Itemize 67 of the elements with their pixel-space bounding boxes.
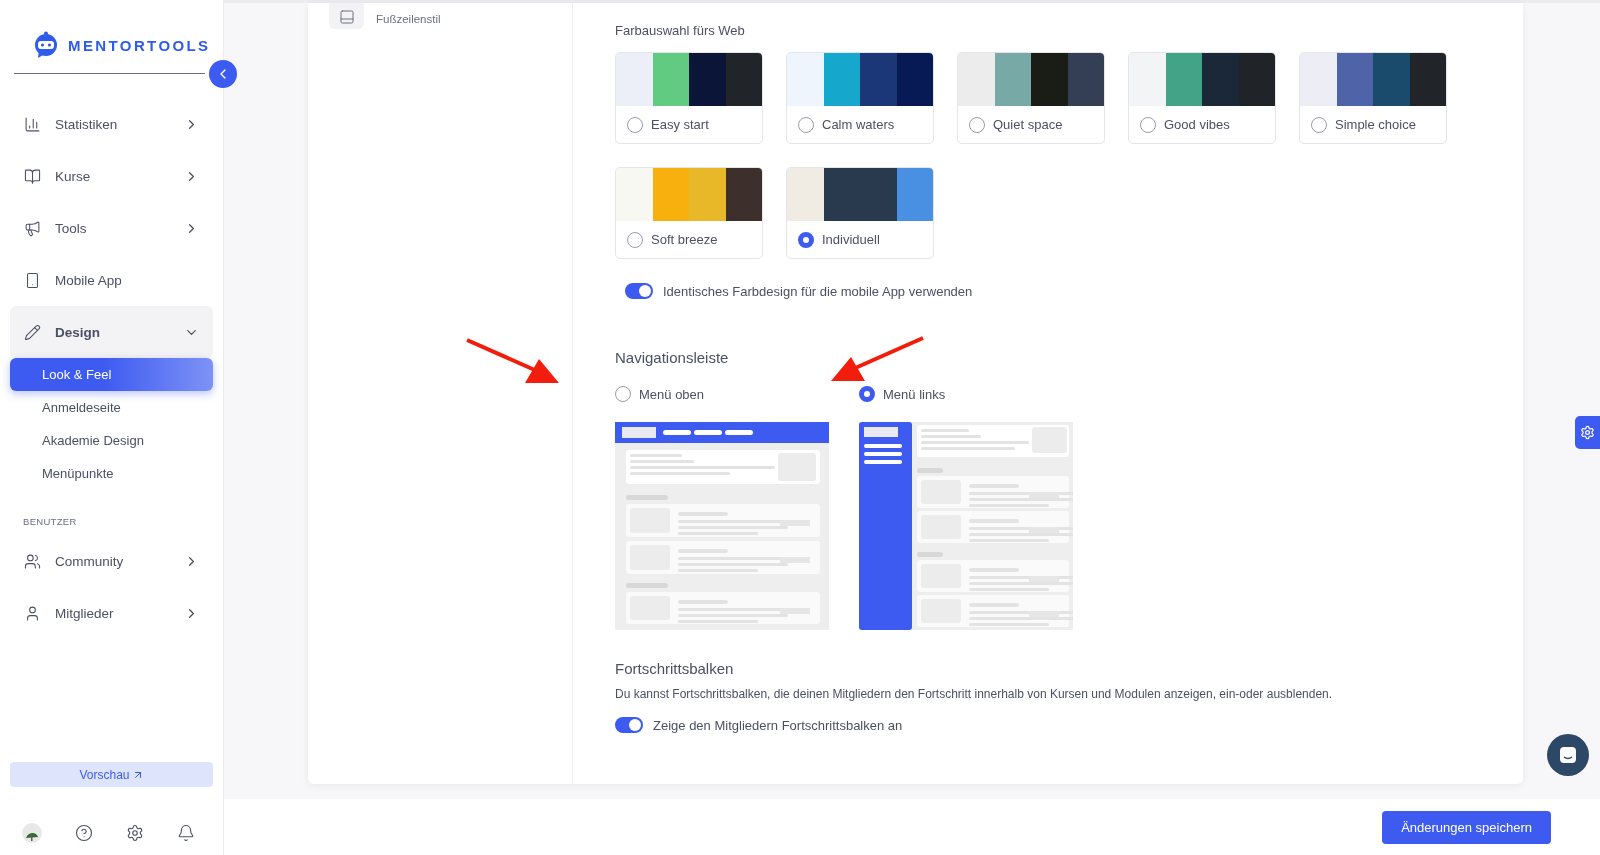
gear-icon bbox=[1580, 425, 1595, 440]
sidebar-item[interactable]: Kurse bbox=[10, 150, 213, 202]
settings-menu-item[interactable]: Fußzeilenstil bbox=[376, 7, 441, 25]
robot-logo-icon bbox=[32, 31, 60, 59]
palette-name: Easy start bbox=[651, 117, 709, 132]
radio-button[interactable] bbox=[627, 231, 643, 248]
annotation-arrow-icon bbox=[465, 337, 561, 385]
palette-name: Simple choice bbox=[1335, 117, 1416, 132]
section-heading: Fortschrittsbalken bbox=[615, 660, 735, 677]
pencil-icon bbox=[24, 323, 41, 341]
section-label: BENUTZER bbox=[22, 515, 78, 529]
sidebar-item[interactable]: Design bbox=[10, 306, 213, 358]
toggle-label: Zeige den Mitgliedern Fortschrittsbalken an bbox=[653, 717, 903, 733]
collapse-button[interactable] bbox=[209, 60, 237, 88]
toggle-label: Identisches Farbdesign für die mobile App verwenden bbox=[663, 283, 973, 299]
palette-option[interactable]: Good vibes bbox=[1128, 52, 1276, 144]
user-icon bbox=[24, 604, 41, 622]
preview-button[interactable]: Vorschau bbox=[10, 762, 213, 787]
sidebar-item[interactable]: Statistiken bbox=[10, 98, 213, 150]
bell-icon[interactable] bbox=[177, 824, 195, 842]
sidebar-subitem[interactable]: Look & Feel bbox=[10, 358, 213, 391]
radio-button[interactable] bbox=[1140, 116, 1156, 133]
section-description: Du kannst Fortschrittsbalken, die deinen Mitgliedern den Fortschritt innerhalb von Kursen und Modulen anzeigen, ein-oder ausblenden. bbox=[615, 687, 1334, 701]
palette-name: Quiet space bbox=[993, 117, 1063, 132]
palette-option[interactable]: Quiet space bbox=[957, 52, 1105, 144]
radio-button[interactable] bbox=[615, 386, 631, 402]
palette-option[interactable]: Simple choice bbox=[1299, 52, 1447, 144]
radio-button[interactable] bbox=[969, 116, 985, 133]
section-heading: Farbauswahl fürs Web bbox=[615, 23, 746, 38]
chat-icon bbox=[1558, 745, 1578, 765]
sidebar-item[interactable]: Mitglieder bbox=[10, 587, 213, 639]
users-icon bbox=[24, 552, 41, 570]
radio-label: Menü links bbox=[883, 386, 946, 402]
sidebar-subitem[interactable]: Akademie Design bbox=[10, 424, 213, 457]
annotation-arrow-icon bbox=[829, 335, 925, 383]
settings-button[interactable] bbox=[1575, 416, 1600, 449]
megaphone-icon bbox=[24, 219, 41, 237]
palette-option[interactable]: Soft breeze bbox=[615, 167, 763, 259]
sidebar-item[interactable]: Tools bbox=[10, 202, 213, 254]
toggle-switch[interactable] bbox=[615, 717, 643, 733]
palette-option[interactable]: Easy start bbox=[615, 52, 763, 144]
radio-button[interactable] bbox=[1311, 116, 1327, 133]
toggle-switch[interactable] bbox=[625, 283, 653, 299]
sidebar-subitem[interactable]: Anmeldeseite bbox=[10, 391, 213, 424]
avatar[interactable] bbox=[22, 823, 42, 843]
palette-name: Soft breeze bbox=[651, 232, 718, 247]
sidebar-item[interactable]: Community bbox=[10, 535, 213, 587]
radio-button[interactable] bbox=[859, 386, 875, 402]
settings-icon[interactable] bbox=[126, 824, 144, 842]
palette-name: Good vibes bbox=[1164, 117, 1230, 132]
radio-button[interactable] bbox=[798, 116, 814, 133]
radio-label: Menü oben bbox=[639, 386, 705, 402]
book-icon bbox=[24, 167, 41, 185]
palette-option[interactable]: Individuell bbox=[786, 167, 934, 259]
phone-icon bbox=[24, 271, 41, 289]
radio-button[interactable] bbox=[798, 231, 814, 248]
logo-text: MENTORTOOLS bbox=[68, 36, 211, 54]
palette-name: Calm waters bbox=[822, 117, 895, 132]
save-button[interactable]: Änderungen speichern bbox=[1382, 810, 1551, 844]
sidebar-subitem[interactable]: Menüpunkte bbox=[10, 457, 213, 490]
sidebar-item[interactable]: Mobile App bbox=[10, 254, 213, 306]
bar-chart-icon bbox=[24, 115, 41, 133]
palette-name: Individuell bbox=[822, 232, 880, 247]
help-icon[interactable] bbox=[75, 824, 93, 842]
palette-option[interactable]: Calm waters bbox=[786, 52, 934, 144]
section-heading: Navigationsleiste bbox=[615, 349, 730, 366]
radio-button[interactable] bbox=[627, 116, 643, 133]
